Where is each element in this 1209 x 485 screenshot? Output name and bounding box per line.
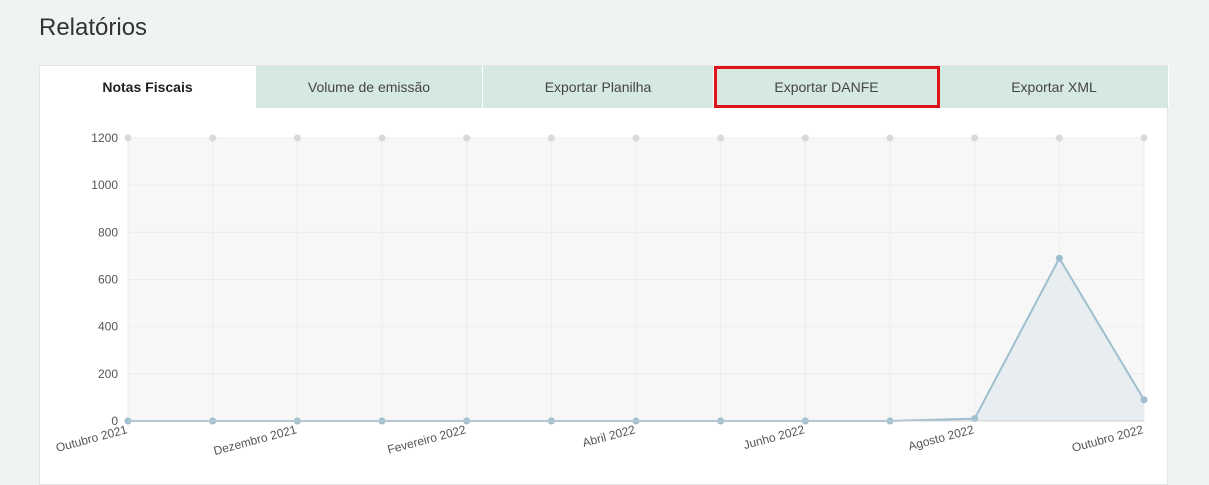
top-grid-dot xyxy=(886,134,894,142)
y-tick-label: 400 xyxy=(98,320,118,334)
page-title: Relatórios xyxy=(39,14,148,41)
top-grid-dot xyxy=(463,134,471,142)
x-tick-label: Junho 2022 xyxy=(742,422,807,452)
y-tick-label: 1200 xyxy=(91,131,118,145)
top-grid-dot xyxy=(378,134,386,142)
y-tick-label: 200 xyxy=(98,367,118,381)
reports-panel: Notas Fiscais Volume de emissão Exportar… xyxy=(39,65,1169,485)
top-grid-dot xyxy=(293,134,301,142)
top-grid-dot xyxy=(547,134,555,142)
top-grid-dot xyxy=(801,134,809,142)
data-point xyxy=(1055,254,1063,262)
top-grid-dot xyxy=(1140,134,1148,142)
top-grid-dot xyxy=(1055,134,1063,142)
x-tick-label: Outubro 2022 xyxy=(1070,422,1145,455)
x-tick-label: Agosto 2022 xyxy=(907,422,976,453)
top-grid-dot xyxy=(632,134,640,142)
x-tick-label: Abril 2022 xyxy=(581,422,637,450)
y-tick-label: 600 xyxy=(98,273,118,287)
y-tick-label: 800 xyxy=(98,225,118,239)
x-tick-label: Fevereiro 2022 xyxy=(386,422,468,456)
x-tick-label: Dezembro 2021 xyxy=(212,422,298,458)
y-tick-label: 1000 xyxy=(91,178,118,192)
top-grid-dot xyxy=(971,134,979,142)
top-grid-dot xyxy=(124,134,132,142)
top-grid-dot xyxy=(717,134,725,142)
issuance-chart: 020040060080010001200Outubro 2021 Dezembr… xyxy=(54,131,1148,458)
x-tick-label: Outubro 2021 xyxy=(54,422,129,455)
top-grid-dot xyxy=(209,134,217,142)
data-point xyxy=(1140,396,1148,404)
